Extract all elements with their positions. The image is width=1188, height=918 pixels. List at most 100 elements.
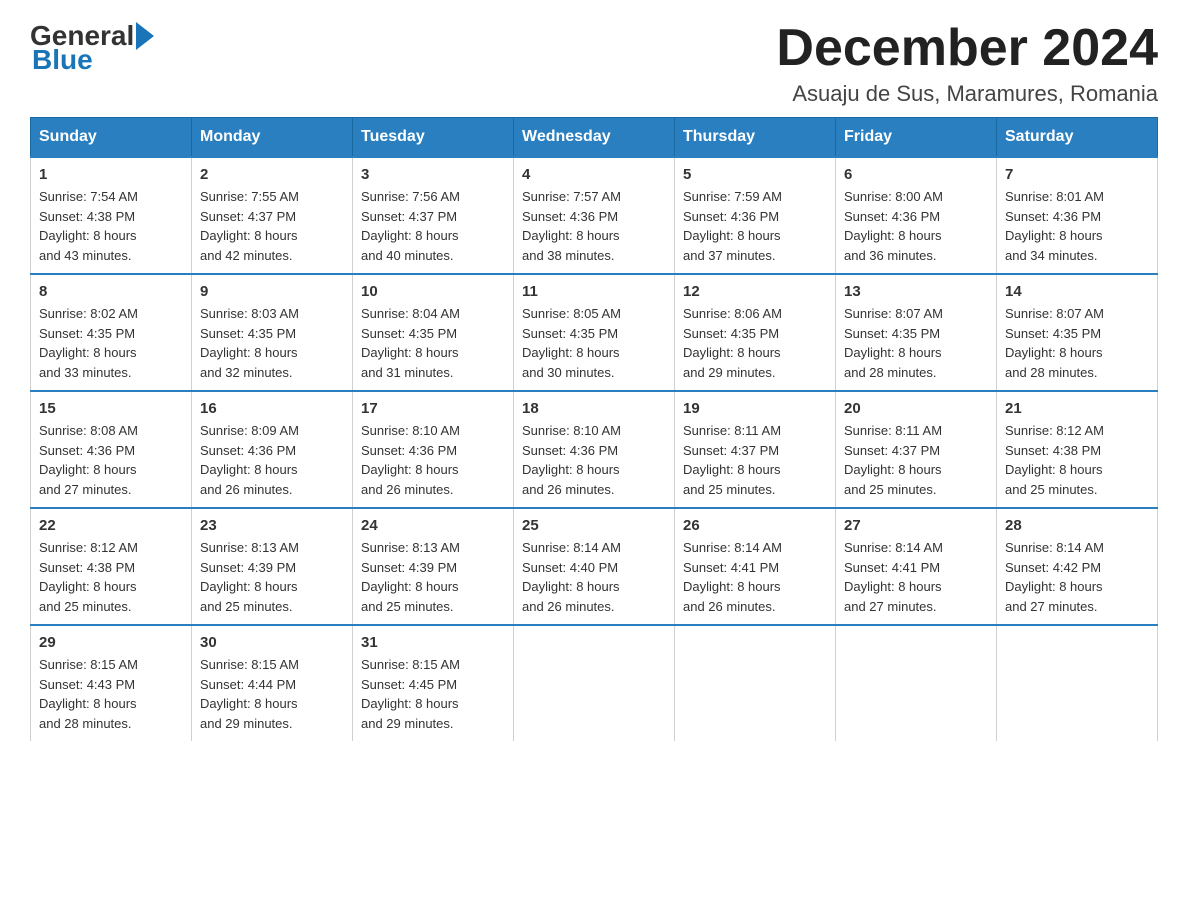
table-row: 31 Sunrise: 8:15 AM Sunset: 4:45 PM Dayl… — [353, 625, 514, 741]
table-row: 11 Sunrise: 8:05 AM Sunset: 4:35 PM Dayl… — [514, 274, 675, 391]
table-row: 20 Sunrise: 8:11 AM Sunset: 4:37 PM Dayl… — [836, 391, 997, 508]
day-number: 25 — [522, 517, 666, 534]
page-header: General Blue December 2024 Asuaju de Sus… — [30, 20, 1158, 107]
table-row: 21 Sunrise: 8:12 AM Sunset: 4:38 PM Dayl… — [997, 391, 1158, 508]
day-number: 14 — [1005, 283, 1149, 300]
table-row: 6 Sunrise: 8:00 AM Sunset: 4:36 PM Dayli… — [836, 157, 997, 274]
table-row: 14 Sunrise: 8:07 AM Sunset: 4:35 PM Dayl… — [997, 274, 1158, 391]
table-row: 16 Sunrise: 8:09 AM Sunset: 4:36 PM Dayl… — [192, 391, 353, 508]
col-monday: Monday — [192, 118, 353, 158]
day-number: 12 — [683, 283, 827, 300]
day-info: Sunrise: 8:15 AM Sunset: 4:45 PM Dayligh… — [361, 655, 505, 733]
table-row — [675, 625, 836, 741]
day-info: Sunrise: 7:59 AM Sunset: 4:36 PM Dayligh… — [683, 187, 827, 265]
day-info: Sunrise: 8:13 AM Sunset: 4:39 PM Dayligh… — [200, 538, 344, 616]
day-info: Sunrise: 8:14 AM Sunset: 4:41 PM Dayligh… — [683, 538, 827, 616]
day-number: 2 — [200, 166, 344, 183]
table-row: 9 Sunrise: 8:03 AM Sunset: 4:35 PM Dayli… — [192, 274, 353, 391]
day-info: Sunrise: 8:10 AM Sunset: 4:36 PM Dayligh… — [361, 421, 505, 499]
table-row: 5 Sunrise: 7:59 AM Sunset: 4:36 PM Dayli… — [675, 157, 836, 274]
table-row: 12 Sunrise: 8:06 AM Sunset: 4:35 PM Dayl… — [675, 274, 836, 391]
day-info: Sunrise: 8:12 AM Sunset: 4:38 PM Dayligh… — [39, 538, 183, 616]
day-number: 31 — [361, 634, 505, 651]
day-number: 20 — [844, 400, 988, 417]
table-row: 19 Sunrise: 8:11 AM Sunset: 4:37 PM Dayl… — [675, 391, 836, 508]
calendar-table: Sunday Monday Tuesday Wednesday Thursday… — [30, 117, 1158, 741]
table-row: 23 Sunrise: 8:13 AM Sunset: 4:39 PM Dayl… — [192, 508, 353, 625]
table-row — [997, 625, 1158, 741]
calendar-week-row: 15 Sunrise: 8:08 AM Sunset: 4:36 PM Dayl… — [31, 391, 1158, 508]
table-row: 10 Sunrise: 8:04 AM Sunset: 4:35 PM Dayl… — [353, 274, 514, 391]
day-info: Sunrise: 8:11 AM Sunset: 4:37 PM Dayligh… — [683, 421, 827, 499]
table-row: 29 Sunrise: 8:15 AM Sunset: 4:43 PM Dayl… — [31, 625, 192, 741]
day-number: 4 — [522, 166, 666, 183]
day-info: Sunrise: 8:09 AM Sunset: 4:36 PM Dayligh… — [200, 421, 344, 499]
day-number: 18 — [522, 400, 666, 417]
col-friday: Friday — [836, 118, 997, 158]
day-info: Sunrise: 8:04 AM Sunset: 4:35 PM Dayligh… — [361, 304, 505, 382]
table-row: 25 Sunrise: 8:14 AM Sunset: 4:40 PM Dayl… — [514, 508, 675, 625]
day-number: 1 — [39, 166, 183, 183]
day-info: Sunrise: 7:56 AM Sunset: 4:37 PM Dayligh… — [361, 187, 505, 265]
table-row: 22 Sunrise: 8:12 AM Sunset: 4:38 PM Dayl… — [31, 508, 192, 625]
day-info: Sunrise: 8:13 AM Sunset: 4:39 PM Dayligh… — [361, 538, 505, 616]
day-number: 13 — [844, 283, 988, 300]
table-row: 18 Sunrise: 8:10 AM Sunset: 4:36 PM Dayl… — [514, 391, 675, 508]
calendar-week-row: 8 Sunrise: 8:02 AM Sunset: 4:35 PM Dayli… — [31, 274, 1158, 391]
day-number: 9 — [200, 283, 344, 300]
day-info: Sunrise: 7:55 AM Sunset: 4:37 PM Dayligh… — [200, 187, 344, 265]
day-info: Sunrise: 8:07 AM Sunset: 4:35 PM Dayligh… — [844, 304, 988, 382]
day-number: 22 — [39, 517, 183, 534]
table-row: 8 Sunrise: 8:02 AM Sunset: 4:35 PM Dayli… — [31, 274, 192, 391]
table-row: 13 Sunrise: 8:07 AM Sunset: 4:35 PM Dayl… — [836, 274, 997, 391]
day-number: 21 — [1005, 400, 1149, 417]
day-number: 30 — [200, 634, 344, 651]
col-wednesday: Wednesday — [514, 118, 675, 158]
day-number: 24 — [361, 517, 505, 534]
day-number: 16 — [200, 400, 344, 417]
calendar-week-row: 1 Sunrise: 7:54 AM Sunset: 4:38 PM Dayli… — [31, 157, 1158, 274]
table-row — [514, 625, 675, 741]
day-info: Sunrise: 8:06 AM Sunset: 4:35 PM Dayligh… — [683, 304, 827, 382]
day-info: Sunrise: 8:15 AM Sunset: 4:44 PM Dayligh… — [200, 655, 344, 733]
logo-blue-text: Blue — [30, 44, 93, 76]
col-thursday: Thursday — [675, 118, 836, 158]
table-row: 30 Sunrise: 8:15 AM Sunset: 4:44 PM Dayl… — [192, 625, 353, 741]
table-row — [836, 625, 997, 741]
day-info: Sunrise: 7:54 AM Sunset: 4:38 PM Dayligh… — [39, 187, 183, 265]
calendar-week-row: 29 Sunrise: 8:15 AM Sunset: 4:43 PM Dayl… — [31, 625, 1158, 741]
day-info: Sunrise: 8:01 AM Sunset: 4:36 PM Dayligh… — [1005, 187, 1149, 265]
day-info: Sunrise: 8:15 AM Sunset: 4:43 PM Dayligh… — [39, 655, 183, 733]
day-info: Sunrise: 8:14 AM Sunset: 4:41 PM Dayligh… — [844, 538, 988, 616]
day-info: Sunrise: 8:14 AM Sunset: 4:42 PM Dayligh… — [1005, 538, 1149, 616]
title-block: December 2024 Asuaju de Sus, Maramures, … — [776, 20, 1158, 107]
table-row: 24 Sunrise: 8:13 AM Sunset: 4:39 PM Dayl… — [353, 508, 514, 625]
day-info: Sunrise: 8:10 AM Sunset: 4:36 PM Dayligh… — [522, 421, 666, 499]
logo-arrow-icon — [136, 22, 154, 50]
day-number: 8 — [39, 283, 183, 300]
table-row: 1 Sunrise: 7:54 AM Sunset: 4:38 PM Dayli… — [31, 157, 192, 274]
day-info: Sunrise: 8:08 AM Sunset: 4:36 PM Dayligh… — [39, 421, 183, 499]
day-number: 7 — [1005, 166, 1149, 183]
day-number: 29 — [39, 634, 183, 651]
day-info: Sunrise: 8:14 AM Sunset: 4:40 PM Dayligh… — [522, 538, 666, 616]
col-sunday: Sunday — [31, 118, 192, 158]
day-info: Sunrise: 7:57 AM Sunset: 4:36 PM Dayligh… — [522, 187, 666, 265]
day-number: 27 — [844, 517, 988, 534]
col-saturday: Saturday — [997, 118, 1158, 158]
calendar-week-row: 22 Sunrise: 8:12 AM Sunset: 4:38 PM Dayl… — [31, 508, 1158, 625]
logo: General Blue — [30, 20, 156, 76]
day-info: Sunrise: 8:00 AM Sunset: 4:36 PM Dayligh… — [844, 187, 988, 265]
table-row: 26 Sunrise: 8:14 AM Sunset: 4:41 PM Dayl… — [675, 508, 836, 625]
table-row: 15 Sunrise: 8:08 AM Sunset: 4:36 PM Dayl… — [31, 391, 192, 508]
calendar-header-row: Sunday Monday Tuesday Wednesday Thursday… — [31, 118, 1158, 158]
day-info: Sunrise: 8:05 AM Sunset: 4:35 PM Dayligh… — [522, 304, 666, 382]
table-row: 7 Sunrise: 8:01 AM Sunset: 4:36 PM Dayli… — [997, 157, 1158, 274]
table-row: 28 Sunrise: 8:14 AM Sunset: 4:42 PM Dayl… — [997, 508, 1158, 625]
col-tuesday: Tuesday — [353, 118, 514, 158]
day-number: 23 — [200, 517, 344, 534]
month-title: December 2024 — [776, 20, 1158, 77]
day-info: Sunrise: 8:12 AM Sunset: 4:38 PM Dayligh… — [1005, 421, 1149, 499]
table-row: 4 Sunrise: 7:57 AM Sunset: 4:36 PM Dayli… — [514, 157, 675, 274]
day-info: Sunrise: 8:07 AM Sunset: 4:35 PM Dayligh… — [1005, 304, 1149, 382]
